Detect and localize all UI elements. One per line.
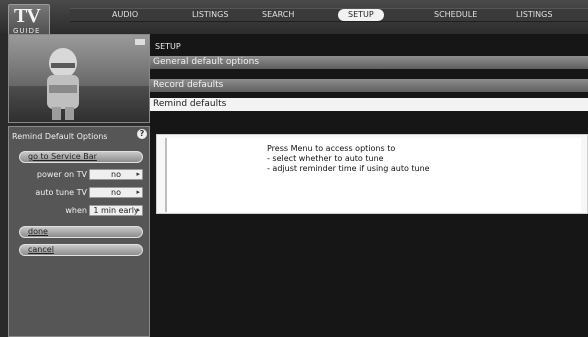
info-line-1: Press Menu to access options to	[267, 144, 396, 153]
help-icon[interactable]: ?	[137, 129, 147, 139]
power-on-tv-value: no	[111, 170, 121, 179]
remind-options-panel: Remind Default Options ? go to Service B…	[8, 126, 150, 337]
when-row: when 1 min early ▸	[13, 205, 149, 217]
tab-audio[interactable]: AUDIO	[112, 10, 138, 19]
general-default-options-row[interactable]: General default options	[150, 56, 588, 69]
tab-schedule[interactable]: SCHEDULE	[434, 10, 477, 19]
info-line-2: - select whether to auto tune	[267, 154, 384, 163]
when-value: 1 min early	[93, 206, 139, 215]
info-box-inner: Press Menu to access options to - select…	[165, 138, 581, 212]
dropdown-arrow-icon: ▸	[136, 206, 140, 214]
video-preview	[8, 34, 150, 123]
auto-tune-tv-select[interactable]: no ▸	[89, 187, 143, 198]
power-on-tv-row: power on TV no ▸	[13, 169, 149, 181]
done-button[interactable]: done	[19, 226, 143, 238]
tab-setup[interactable]: SETUP	[338, 9, 384, 21]
info-text: Press Menu to access options to - select…	[267, 144, 430, 174]
cancel-button[interactable]: cancel	[19, 244, 143, 256]
auto-tune-tv-label: auto tune TV	[35, 188, 87, 197]
setup-content-pane: SETUP General default options Record def…	[150, 34, 588, 337]
breadcrumb: SETUP	[155, 42, 181, 51]
logo-main-text: TV	[14, 5, 41, 27]
dropdown-arrow-icon: ▸	[136, 170, 140, 178]
dropdown-arrow-icon: ▸	[136, 188, 140, 196]
when-label: when	[65, 206, 87, 215]
power-on-tv-label: power on TV	[36, 170, 87, 179]
mini-tv-icon	[135, 39, 145, 45]
go-to-service-bar-button[interactable]: go to Service Bar	[19, 151, 143, 163]
power-on-tv-select[interactable]: no ▸	[89, 169, 143, 180]
tab-search[interactable]: SEARCH	[262, 10, 294, 19]
football-player-image	[47, 48, 79, 120]
info-line-3: - adjust reminder time if using auto tun…	[267, 164, 430, 173]
top-navigation-bar: TV GUIDE AUDIO LISTINGS SEARCH SETUP SCH…	[0, 0, 588, 38]
record-defaults-row[interactable]: Record defaults	[150, 79, 588, 92]
tab-listings-right[interactable]: LISTINGS	[516, 10, 552, 19]
panel-title: Remind Default Options	[12, 132, 108, 141]
remind-defaults-row[interactable]: Remind defaults	[150, 98, 588, 111]
when-select[interactable]: 1 min early ▸	[89, 205, 143, 216]
tab-listings[interactable]: LISTINGS	[192, 10, 228, 19]
tv-guide-screen: TV GUIDE AUDIO LISTINGS SEARCH SETUP SCH…	[0, 0, 588, 337]
auto-tune-tv-value: no	[111, 188, 121, 197]
auto-tune-tv-row: auto tune TV no ▸	[13, 187, 149, 199]
nav-strip	[70, 8, 588, 22]
tv-guide-logo: TV GUIDE	[8, 4, 50, 38]
info-box: Press Menu to access options to - select…	[156, 134, 588, 214]
